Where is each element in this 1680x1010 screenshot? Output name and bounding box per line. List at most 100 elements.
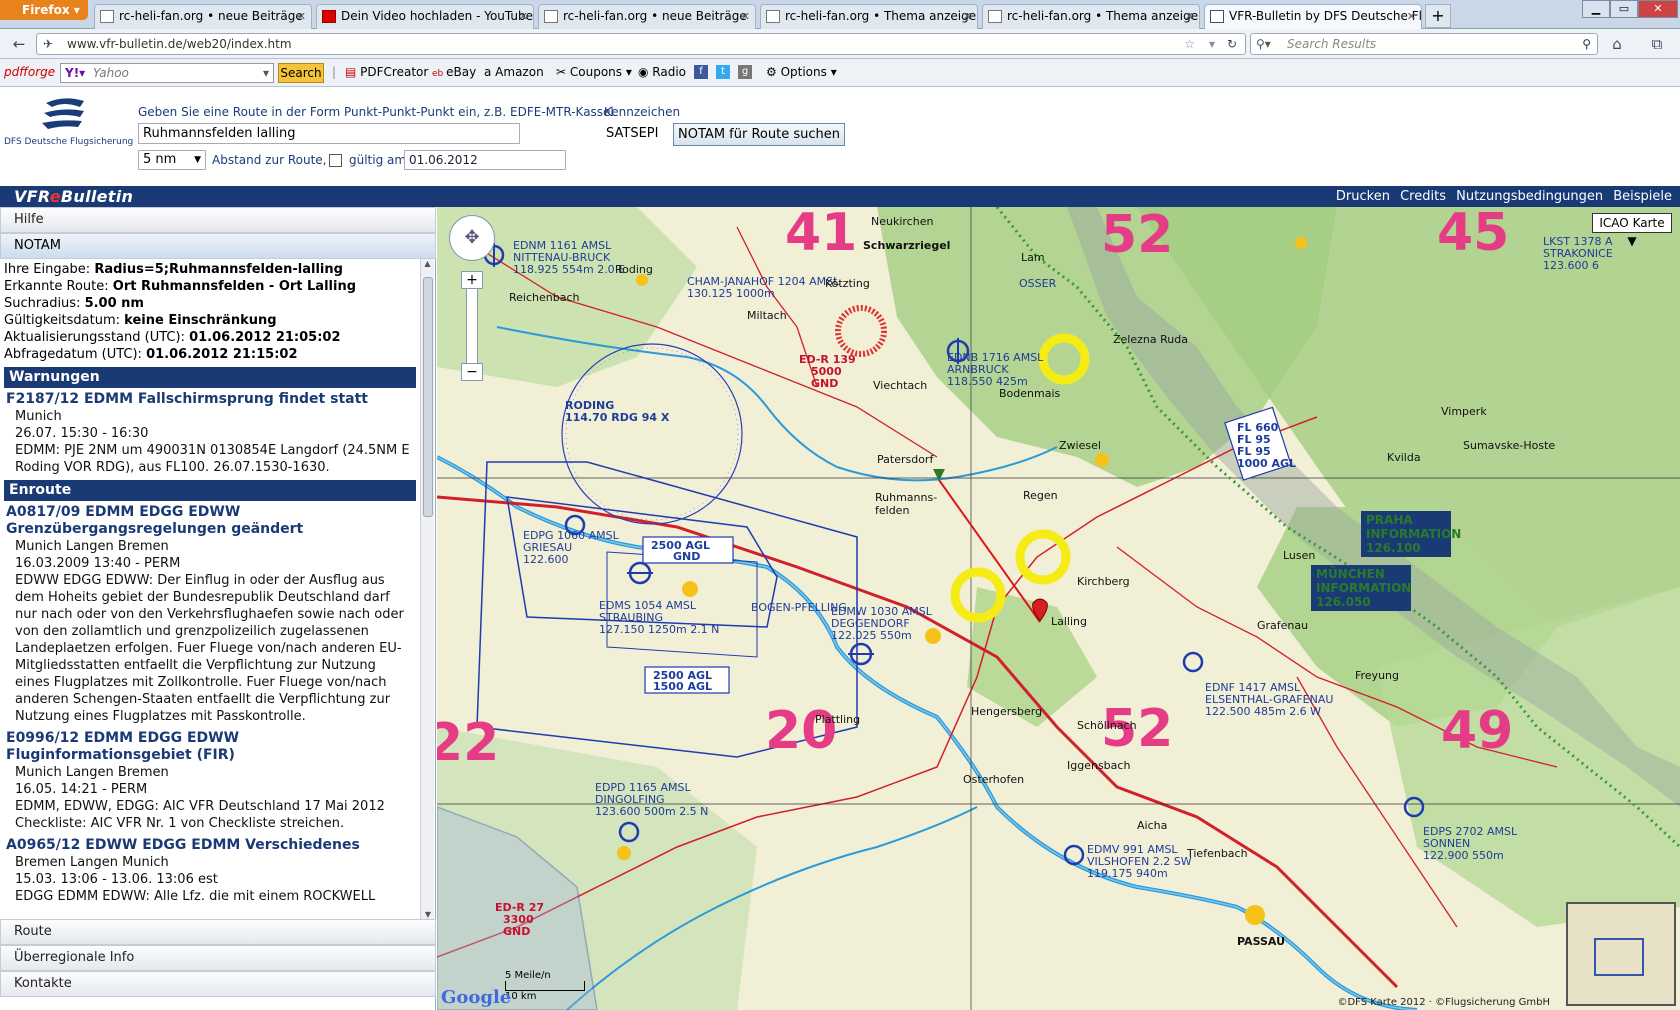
chevron-down-icon[interactable]: ▾	[263, 64, 269, 82]
browser-search-input[interactable]: ⚲▾ Search Results ⚲	[1250, 33, 1598, 55]
overview-map[interactable]	[1566, 902, 1676, 1006]
close-tab-icon[interactable]: ✕	[741, 5, 750, 28]
page-icon	[100, 10, 114, 23]
map-label-town: Patersdorf	[877, 453, 934, 466]
info-row: Abfragedatum (UTC): 01.06.2012 21:15:02	[4, 347, 298, 362]
dropdown-arrow-icon[interactable]: ▾	[1209, 34, 1215, 54]
notam-body: EDGG EDMM EDWW: Alle Lfz. die mit einem …	[15, 889, 376, 904]
reload-icon[interactable]: ↻	[1227, 34, 1237, 54]
zoom-out-button[interactable]: −	[461, 363, 483, 381]
map-type-select[interactable]: ICAO Karte ▼	[1592, 213, 1672, 248]
accordion-notam[interactable]: NOTAM	[0, 233, 436, 259]
ebay-link[interactable]: eb eBay	[432, 65, 476, 79]
radio-link[interactable]: ◉ Radio	[638, 65, 686, 79]
route-hint: Geben Sie eine Route in der Form Punkt-P…	[138, 105, 614, 119]
close-tab-icon[interactable]: ✕	[1407, 5, 1416, 28]
zoom-slider[interactable]	[466, 281, 478, 371]
date-input[interactable]: 01.06.2012	[404, 150, 566, 170]
scroll-down-icon[interactable]: ▼	[421, 910, 435, 919]
facebook-icon[interactable]: f	[694, 65, 708, 79]
pan-control-icon[interactable]: ✥	[449, 215, 495, 261]
site-identity-icon[interactable]: ✈	[43, 34, 53, 54]
search-icon[interactable]: ⚲	[1582, 34, 1591, 54]
close-window-button[interactable]: ✕	[1638, 0, 1678, 18]
browser-tab[interactable]: rc-heli-fan.org • neue Beiträge ✕	[538, 4, 756, 29]
route-input[interactable]: Ruhmannsfelden lalling	[138, 123, 520, 144]
map-label-airfield: 119.175 940m	[1087, 867, 1168, 880]
map-label-town: Kvilda	[1387, 451, 1421, 464]
valid-label: gültig am	[349, 153, 407, 167]
close-tab-icon[interactable]: ✕	[519, 5, 528, 28]
browser-tab-active[interactable]: VFR-Bulletin by DFS Deutsche Flug...✕	[1204, 4, 1422, 29]
accordion-route[interactable]: Route	[0, 919, 436, 945]
notam-scrollbar[interactable]: ▲ ▼	[420, 259, 434, 919]
map-label-airspace: 1500 AGL	[653, 680, 712, 693]
amazon-link[interactable]: a Amazon	[484, 65, 544, 79]
googleplus-icon[interactable]: g	[738, 65, 752, 79]
dfs-logo-mark	[42, 98, 84, 129]
home-icon[interactable]: ⌂	[1606, 34, 1628, 54]
zoom-in-button[interactable]: +	[461, 271, 483, 289]
print-link[interactable]: Drucken	[1336, 189, 1390, 204]
map-label-town: Hengersberg	[971, 705, 1043, 718]
maximize-button[interactable]: ▭	[1610, 0, 1638, 18]
query-info: Ihre Eingabe: Radius=5;Ruhmannsfelden-la…	[0, 259, 420, 365]
bookmark-star-icon[interactable]: ☆	[1184, 34, 1195, 54]
accordion-kontakte[interactable]: Kontakte	[0, 971, 436, 997]
browser-tab[interactable]: Dein Video hochladen - YouTube ✕	[316, 4, 534, 29]
bookmarks-toolbar: pdfforge Y!▾ Yahoo ▾ Search | ▤ PDFCreat…	[0, 59, 1680, 87]
dfs-logo[interactable]: DFS Deutsche Flugsicherung	[4, 97, 133, 153]
url-bar[interactable]: ✈ www.vfr-bulletin.de/web20/index.htm ☆ …	[36, 33, 1246, 55]
google-logo[interactable]: Google	[441, 987, 511, 1008]
map-label-airfield: 122.900 550m	[1423, 849, 1504, 862]
notam-item[interactable]: A0965/12 EDWW EDGG EDMM Verschiedenes Br…	[0, 834, 420, 907]
map-label-town: Zelezna Ruda	[1113, 333, 1188, 346]
youtube-icon	[322, 10, 336, 23]
browser-tab[interactable]: rc-heli-fan.org • Thema anzeigen - ...✕	[760, 4, 978, 29]
icao-map[interactable]: 41 52 45 22 20 52 49 EDNM 1161 AMSL NITT…	[437, 207, 1680, 1010]
scrollbar-thumb[interactable]	[423, 277, 433, 517]
browser-tab[interactable]: rc-heli-fan.org • neue Beiträge ✕	[94, 4, 312, 29]
notam-item[interactable]: E0996/12 EDMM EDGG EDWW Fluginformations…	[0, 727, 420, 834]
search-engine-icon[interactable]: ⚲▾	[1256, 34, 1271, 54]
pdf-icon: ▤	[345, 65, 361, 79]
firefox-menu-button[interactable]: Firefox ▾	[0, 0, 88, 20]
map-label-town: Zwiesel	[1059, 439, 1101, 452]
yahoo-search-input[interactable]: Y!▾ Yahoo ▾	[60, 63, 274, 83]
notam-location: Bremen Langen Munich	[15, 855, 169, 870]
coupons-link[interactable]: ✂ Coupons ▾	[556, 65, 632, 79]
close-tab-icon[interactable]: ✕	[297, 5, 306, 28]
accordion-uberregional[interactable]: Überregionale Info	[0, 945, 436, 971]
notam-search-button[interactable]: NOTAM für Route suchen	[673, 123, 845, 146]
examples-link[interactable]: Beispiele	[1613, 189, 1672, 204]
terms-link[interactable]: Nutzungsbedingungen	[1456, 189, 1603, 204]
valid-date-checkbox[interactable]	[329, 154, 342, 167]
map-grid-number: 45	[1437, 207, 1510, 263]
map-label-town: Tiefenbach	[1187, 847, 1248, 860]
overview-viewport-frame[interactable]	[1594, 938, 1644, 976]
yahoo-search-button[interactable]: Search	[278, 63, 324, 83]
minimize-button[interactable]: ▁	[1582, 0, 1610, 18]
notam-item[interactable]: A0817/09 EDMM EDGG EDWW Grenzübergangsre…	[0, 501, 420, 727]
credits-link[interactable]: Credits	[1400, 189, 1446, 204]
pdfforge-logo[interactable]: pdfforge	[4, 65, 55, 79]
map-label-town: Osterhofen	[963, 773, 1025, 786]
addon-icon[interactable]: ⧉	[1646, 34, 1668, 54]
kennzeichen-input[interactable]: SATSEPI	[606, 123, 664, 144]
close-tab-icon[interactable]: ✕	[963, 5, 972, 28]
twitter-icon[interactable]: t	[716, 65, 730, 79]
notam-location: Munich	[15, 409, 62, 424]
notam-item[interactable]: F2187/12 EDMM Fallschirmsprung findet st…	[0, 388, 420, 478]
browser-tab[interactable]: rc-heli-fan.org • Thema anzeigen - ...✕	[982, 4, 1200, 29]
options-menu[interactable]: ⚙ Options ▾	[766, 65, 837, 79]
back-button[interactable]: ←	[8, 34, 30, 54]
map-label-airspace: 1000 AGL	[1237, 457, 1296, 470]
accordion-hilfe[interactable]: Hilfe	[0, 207, 436, 233]
map-label-fis: PRAHA INFORMATION 126.100	[1361, 511, 1461, 557]
radius-select[interactable]: 5 nm ▼	[138, 150, 206, 170]
close-tab-icon[interactable]: ✕	[1185, 5, 1194, 28]
scroll-up-icon[interactable]: ▲	[421, 259, 434, 268]
page-icon	[988, 10, 1002, 23]
pdfcreator-link[interactable]: ▤ PDFCreator	[345, 65, 428, 79]
new-tab-button[interactable]: +	[1425, 4, 1451, 28]
